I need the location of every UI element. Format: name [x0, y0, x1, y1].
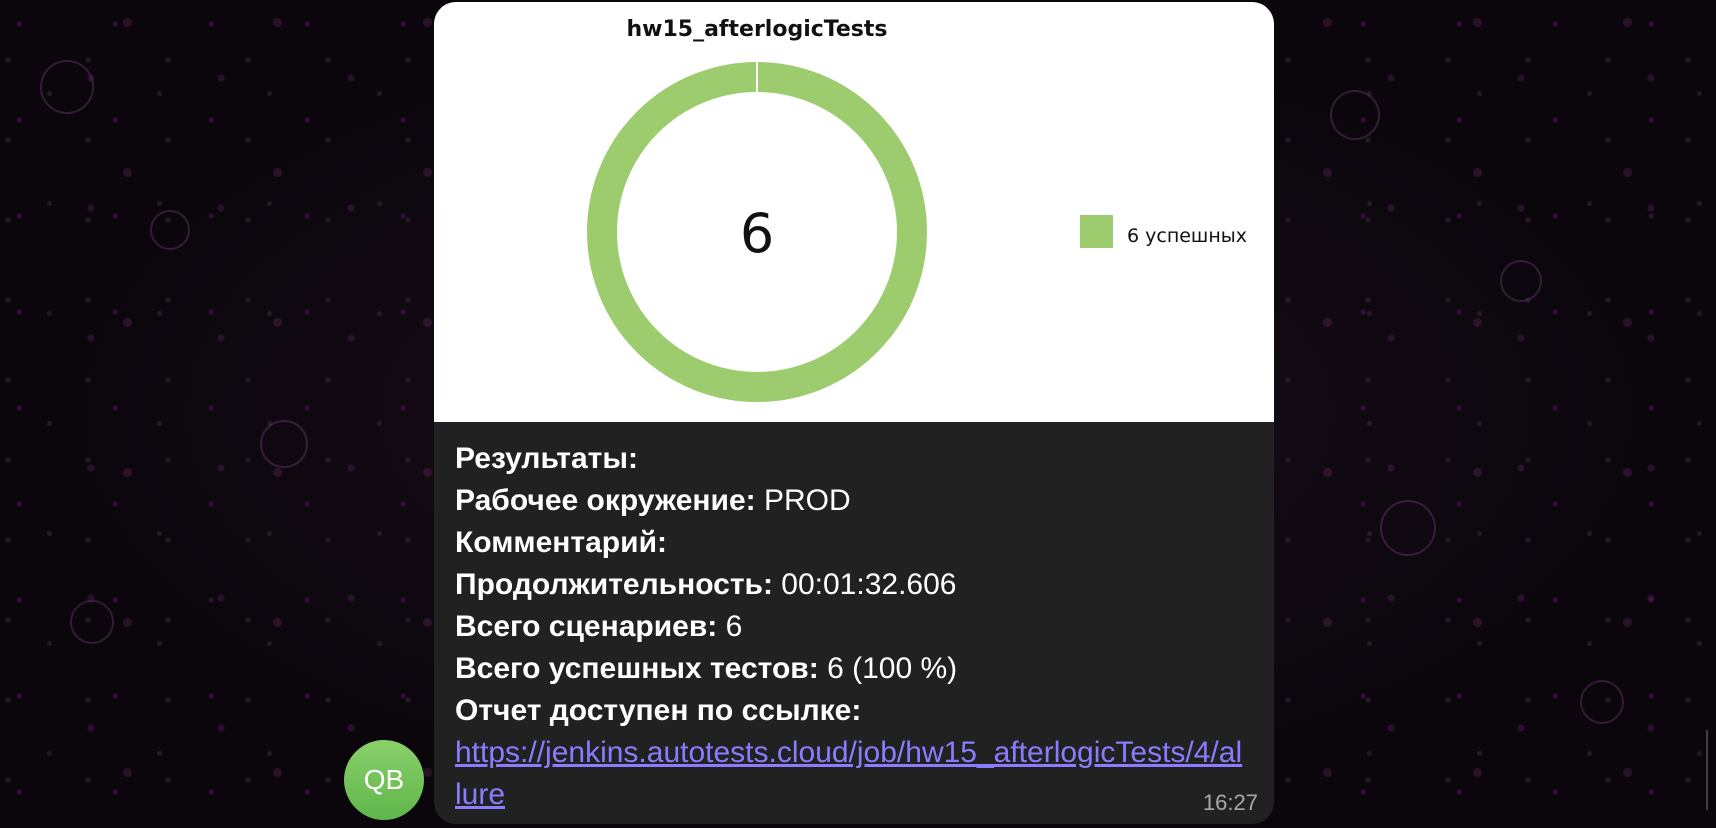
duration-label: Продолжительность: — [455, 568, 773, 601]
legend-label: 6 успешных — [1127, 225, 1247, 247]
wallpaper-doodle — [1580, 680, 1624, 724]
legend-swatch — [1080, 215, 1113, 248]
wallpaper-doodle — [1380, 500, 1436, 556]
wallpaper-doodle — [150, 210, 190, 250]
wallpaper-doodle — [1330, 90, 1380, 140]
passed-line: Всего успешных тестов: 6 (100 %) — [455, 648, 1255, 690]
environment-line: Рабочее окружение: PROD — [455, 480, 1255, 522]
environment-value: PROD — [764, 484, 851, 517]
donut-chart: hw15_afterlogicTests 6 6 успешных — [587, 17, 1247, 402]
report-link[interactable]: https://jenkins.autotests.cloud/job/hw15… — [455, 732, 1245, 816]
passed-label: Всего успешных тестов: — [455, 652, 819, 685]
chart-center-value: 6 — [740, 202, 774, 265]
chat-message[interactable]: hw15_afterlogicTests 6 6 успешных Резуль… — [434, 2, 1274, 824]
results-label: Результаты: — [455, 442, 638, 475]
environment-label: Рабочее окружение: — [455, 484, 756, 517]
results-line: Результаты: — [455, 438, 1255, 480]
wallpaper-doodle — [40, 60, 94, 114]
chart-image[interactable]: hw15_afterlogicTests 6 6 успешных — [434, 2, 1274, 422]
comment-line: Комментарий: — [455, 522, 1255, 564]
comment-label: Комментарий: — [455, 526, 668, 559]
passed-value: 6 (100 %) — [827, 652, 958, 685]
wallpaper-doodle — [1500, 260, 1542, 302]
wallpaper-doodle — [70, 600, 114, 644]
chart-title: hw15_afterlogicTests — [626, 17, 887, 42]
message-caption: Результаты: Рабочее окружение: PROD Комм… — [455, 438, 1255, 816]
duration-line: Продолжительность: 00:01:32.606 — [455, 564, 1255, 606]
message-time: 16:27 — [1202, 790, 1258, 815]
wallpaper-doodle — [260, 420, 308, 468]
report-line: Отчет доступен по ссылке: — [455, 690, 1255, 732]
scenarios-value: 6 — [725, 610, 743, 643]
avatar[interactable]: QB — [344, 740, 424, 820]
scenarios-label: Всего сценариев: — [455, 610, 718, 643]
scrollbar[interactable] — [1706, 730, 1716, 810]
duration-value: 00:01:32.606 — [781, 568, 957, 601]
scenarios-line: Всего сценариев: 6 — [455, 606, 1255, 648]
report-label: Отчет доступен по ссылке: — [455, 694, 862, 727]
